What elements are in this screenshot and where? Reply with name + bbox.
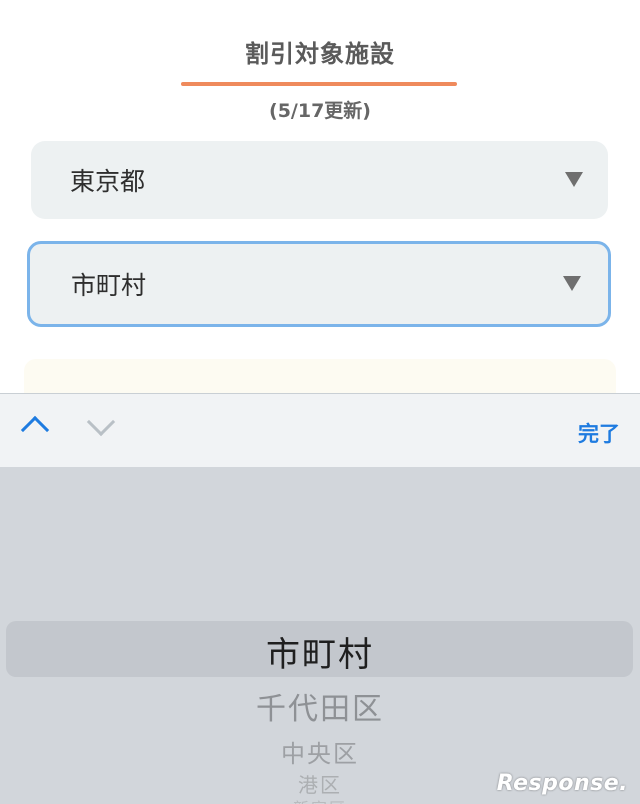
screen: 割引対象施設 (5/17更新) 東京都 市町村 完了 市町村 千代田区 中央区 … [0, 0, 640, 804]
picker-wheel[interactable]: 市町村 千代田区 中央区 港区 新宿区 Response. [0, 467, 640, 804]
prefecture-select-value: 東京都 [70, 167, 146, 196]
keyboard-toolbar: 完了 [0, 393, 640, 468]
title-underline [181, 82, 457, 86]
chevron-down-icon[interactable] [86, 407, 116, 437]
triangle-down-icon [565, 172, 583, 187]
picker-item[interactable]: 新宿区 [0, 795, 640, 804]
watermark-logo: Response. [496, 771, 628, 796]
picker-item[interactable]: 中央区 [0, 734, 640, 769]
city-select-value: 市町村 [71, 271, 147, 300]
triangle-down-icon [563, 276, 581, 291]
city-select[interactable]: 市町村 [27, 241, 611, 327]
done-button[interactable]: 完了 [578, 418, 620, 448]
chevron-up-icon[interactable] [20, 415, 50, 445]
picker-item-selected[interactable]: 市町村 [0, 627, 640, 676]
prefecture-select[interactable]: 東京都 [31, 141, 608, 219]
page-title: 割引対象施設 [245, 40, 395, 68]
picker-item[interactable]: 千代田区 [0, 684, 640, 728]
update-date: (5/17更新) [269, 100, 371, 122]
